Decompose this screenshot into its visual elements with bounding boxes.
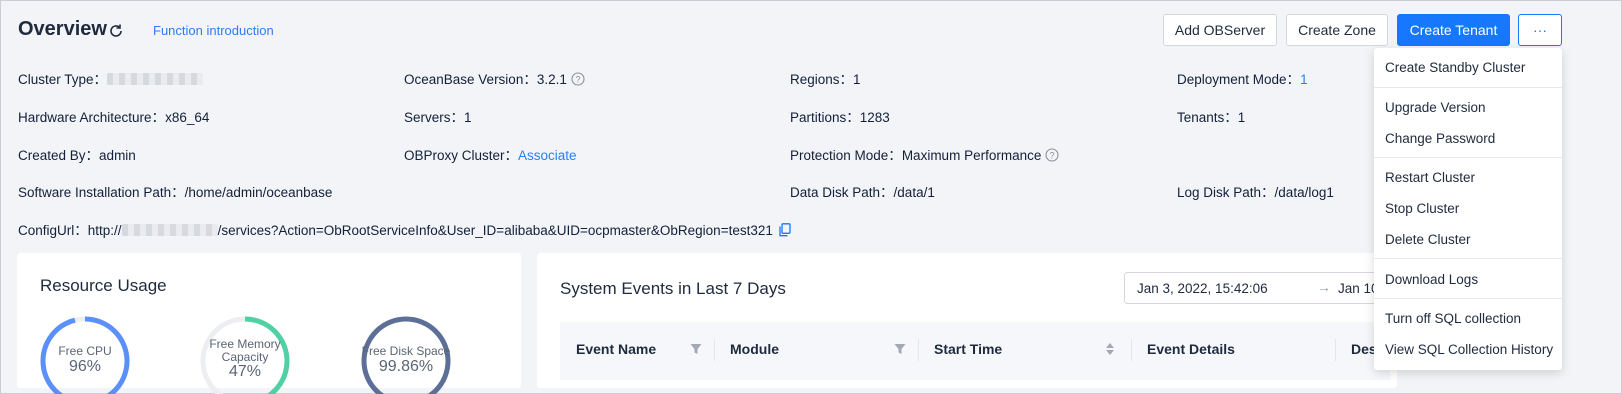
data-disk-row: Data Disk Path：/data/1 (790, 181, 935, 201)
hardware-row: Hardware Architecture：x86_64 (18, 106, 209, 126)
created-by-label: Created By： (18, 148, 100, 163)
filter-icon[interactable] (894, 343, 906, 355)
redacted-config-host (121, 224, 218, 236)
install-path-value: /home/admin/oceanbase (184, 185, 333, 200)
copy-icon[interactable] (779, 223, 791, 237)
menu-divider (1374, 157, 1562, 158)
resource-usage-title: Resource Usage (40, 276, 167, 295)
deployment-mode-link[interactable]: 1 (1300, 72, 1308, 87)
config-url-label: ConfigUrl： (18, 223, 88, 238)
column-description[interactable]: Des (1351, 341, 1377, 357)
install-path-label: Software Installation Path： (18, 185, 185, 200)
menu-item-restart-cluster[interactable]: Restart Cluster (1385, 170, 1475, 185)
tenants-row: Tenants：1 (1177, 106, 1245, 126)
date-range-picker[interactable]: Jan 3, 2022, 15:42:06 → Jan 10 (1124, 272, 1384, 304)
question-icon[interactable]: ? (571, 72, 585, 86)
config-url-suffix: /services?Action=ObRootServiceInfo&User_… (217, 223, 773, 238)
gauge-cpu-label: Free CPU (58, 344, 112, 358)
date-end-input[interactable]: Jan 10 (1338, 281, 1379, 296)
partitions-row: Partitions：1283 (790, 106, 890, 126)
question-icon[interactable]: ? (1045, 148, 1059, 162)
events-table-header: Event Name Module Start Time Event Detai… (560, 322, 1390, 380)
create-zone-button[interactable]: Create Zone (1286, 14, 1388, 46)
menu-divider (1374, 258, 1562, 259)
config-url-row: ConfigUrl：http:// /services?Action=ObRoot… (18, 219, 791, 239)
obproxy-row: OBProxy Cluster：Associate (404, 144, 577, 164)
gauge-memory-value: 47% (228, 363, 262, 380)
created-by-value: admin (99, 148, 136, 163)
svg-text:?: ? (575, 74, 580, 84)
column-start-time[interactable]: Start Time (934, 341, 1002, 357)
gauge-disk-value: 99.86% (378, 358, 434, 375)
gauge-cpu-value: 96% (68, 358, 102, 375)
menu-item-download-logs[interactable]: Download Logs (1385, 272, 1478, 287)
hardware-value: x86_64 (165, 110, 210, 125)
created-by-row: Created By：admin (18, 144, 136, 164)
log-disk-row: Log Disk Path：/data/log1 (1177, 181, 1334, 201)
tenants-value: 1 (1237, 110, 1246, 125)
obproxy-label: OBProxy Cluster： (404, 148, 519, 163)
cluster-type-label: Cluster Type： (18, 72, 108, 87)
log-disk-value: /data/log1 (1274, 185, 1334, 200)
gauge-disk-label: Free Disk Space (361, 344, 451, 358)
servers-value: 1 (464, 110, 472, 125)
system-events-title: System Events in Last 7 Days (560, 279, 786, 298)
column-divider (1131, 339, 1132, 361)
menu-divider (1374, 87, 1562, 88)
menu-divider (1374, 298, 1562, 299)
svg-text:?: ? (1050, 150, 1055, 160)
regions-value: 1 (853, 72, 861, 87)
regions-row: Regions：1 (790, 68, 861, 88)
menu-item-create-standby-cluster[interactable]: Create Standby Cluster (1385, 60, 1525, 75)
servers-row: Servers：1 (404, 106, 472, 126)
date-start-input[interactable]: Jan 3, 2022, 15:42:06 (1137, 281, 1268, 296)
protection-mode-label: Protection Mode： (790, 148, 902, 163)
log-disk-label: Log Disk Path： (1177, 185, 1275, 200)
menu-item-turn-off-sql-collection[interactable]: Turn off SQL collection (1385, 311, 1521, 326)
create-tenant-button[interactable]: Create Tenant (1397, 14, 1510, 46)
servers-label: Servers： (404, 110, 465, 125)
more-actions-button[interactable]: ··· (1518, 14, 1562, 46)
function-introduction-link[interactable]: Function introduction (153, 23, 274, 38)
column-divider (1335, 339, 1336, 361)
more-actions-menu: Create Standby Cluster Upgrade Version C… (1374, 48, 1562, 370)
menu-item-delete-cluster[interactable]: Delete Cluster (1385, 232, 1471, 247)
column-event-details[interactable]: Event Details (1147, 341, 1235, 357)
menu-item-upgrade-version[interactable]: Upgrade Version (1385, 100, 1486, 115)
menu-item-stop-cluster[interactable]: Stop Cluster (1385, 201, 1459, 216)
date-range-arrow: → (1317, 279, 1331, 295)
column-module[interactable]: Module (730, 341, 779, 357)
hardware-label: Hardware Architecture： (18, 110, 166, 125)
config-url-prefix: http:// (87, 223, 122, 238)
associate-link[interactable]: Associate (518, 148, 577, 163)
tenants-label: Tenants： (1177, 110, 1238, 125)
ob-version-row: OceanBase Version：3.2.1 ? (404, 68, 585, 88)
regions-label: Regions： (790, 72, 854, 87)
partitions-label: Partitions： (790, 110, 860, 125)
sort-icon[interactable] (1105, 341, 1115, 357)
column-divider (714, 339, 715, 361)
page-title: Overview (18, 18, 107, 40)
column-divider (918, 339, 919, 361)
ob-version-label: OceanBase Version： (404, 72, 537, 87)
filter-icon[interactable] (690, 343, 702, 355)
data-disk-label: Data Disk Path： (790, 185, 894, 200)
column-event-name[interactable]: Event Name (576, 341, 656, 357)
resource-usage-card: Resource Usage Free CPU 96% Free Memory … (17, 253, 521, 394)
add-observer-button[interactable]: Add OBServer (1163, 14, 1277, 46)
refresh-icon[interactable] (107, 22, 125, 40)
protection-mode-value: Maximum Performance (901, 148, 1042, 163)
deployment-mode-label: Deployment Mode： (1177, 72, 1301, 87)
menu-item-change-password[interactable]: Change Password (1385, 131, 1495, 146)
menu-item-view-sql-collection-history[interactable]: View SQL Collection History (1385, 342, 1553, 357)
ob-version-value: 3.2.1 (536, 72, 567, 87)
deployment-mode-row: Deployment Mode：1 (1177, 68, 1308, 88)
redacted-cluster-type (107, 73, 204, 85)
protection-mode-row: Protection Mode：Maximum Performance ? (790, 144, 1059, 164)
data-disk-value: /data/1 (893, 185, 935, 200)
cluster-type-row: Cluster Type： (18, 68, 204, 88)
install-path-row: Software Installation Path：/home/admin/o… (18, 181, 332, 201)
partitions-value: 1283 (859, 110, 890, 125)
gauge-memory-label: Free Memory Capacity (209, 337, 281, 364)
